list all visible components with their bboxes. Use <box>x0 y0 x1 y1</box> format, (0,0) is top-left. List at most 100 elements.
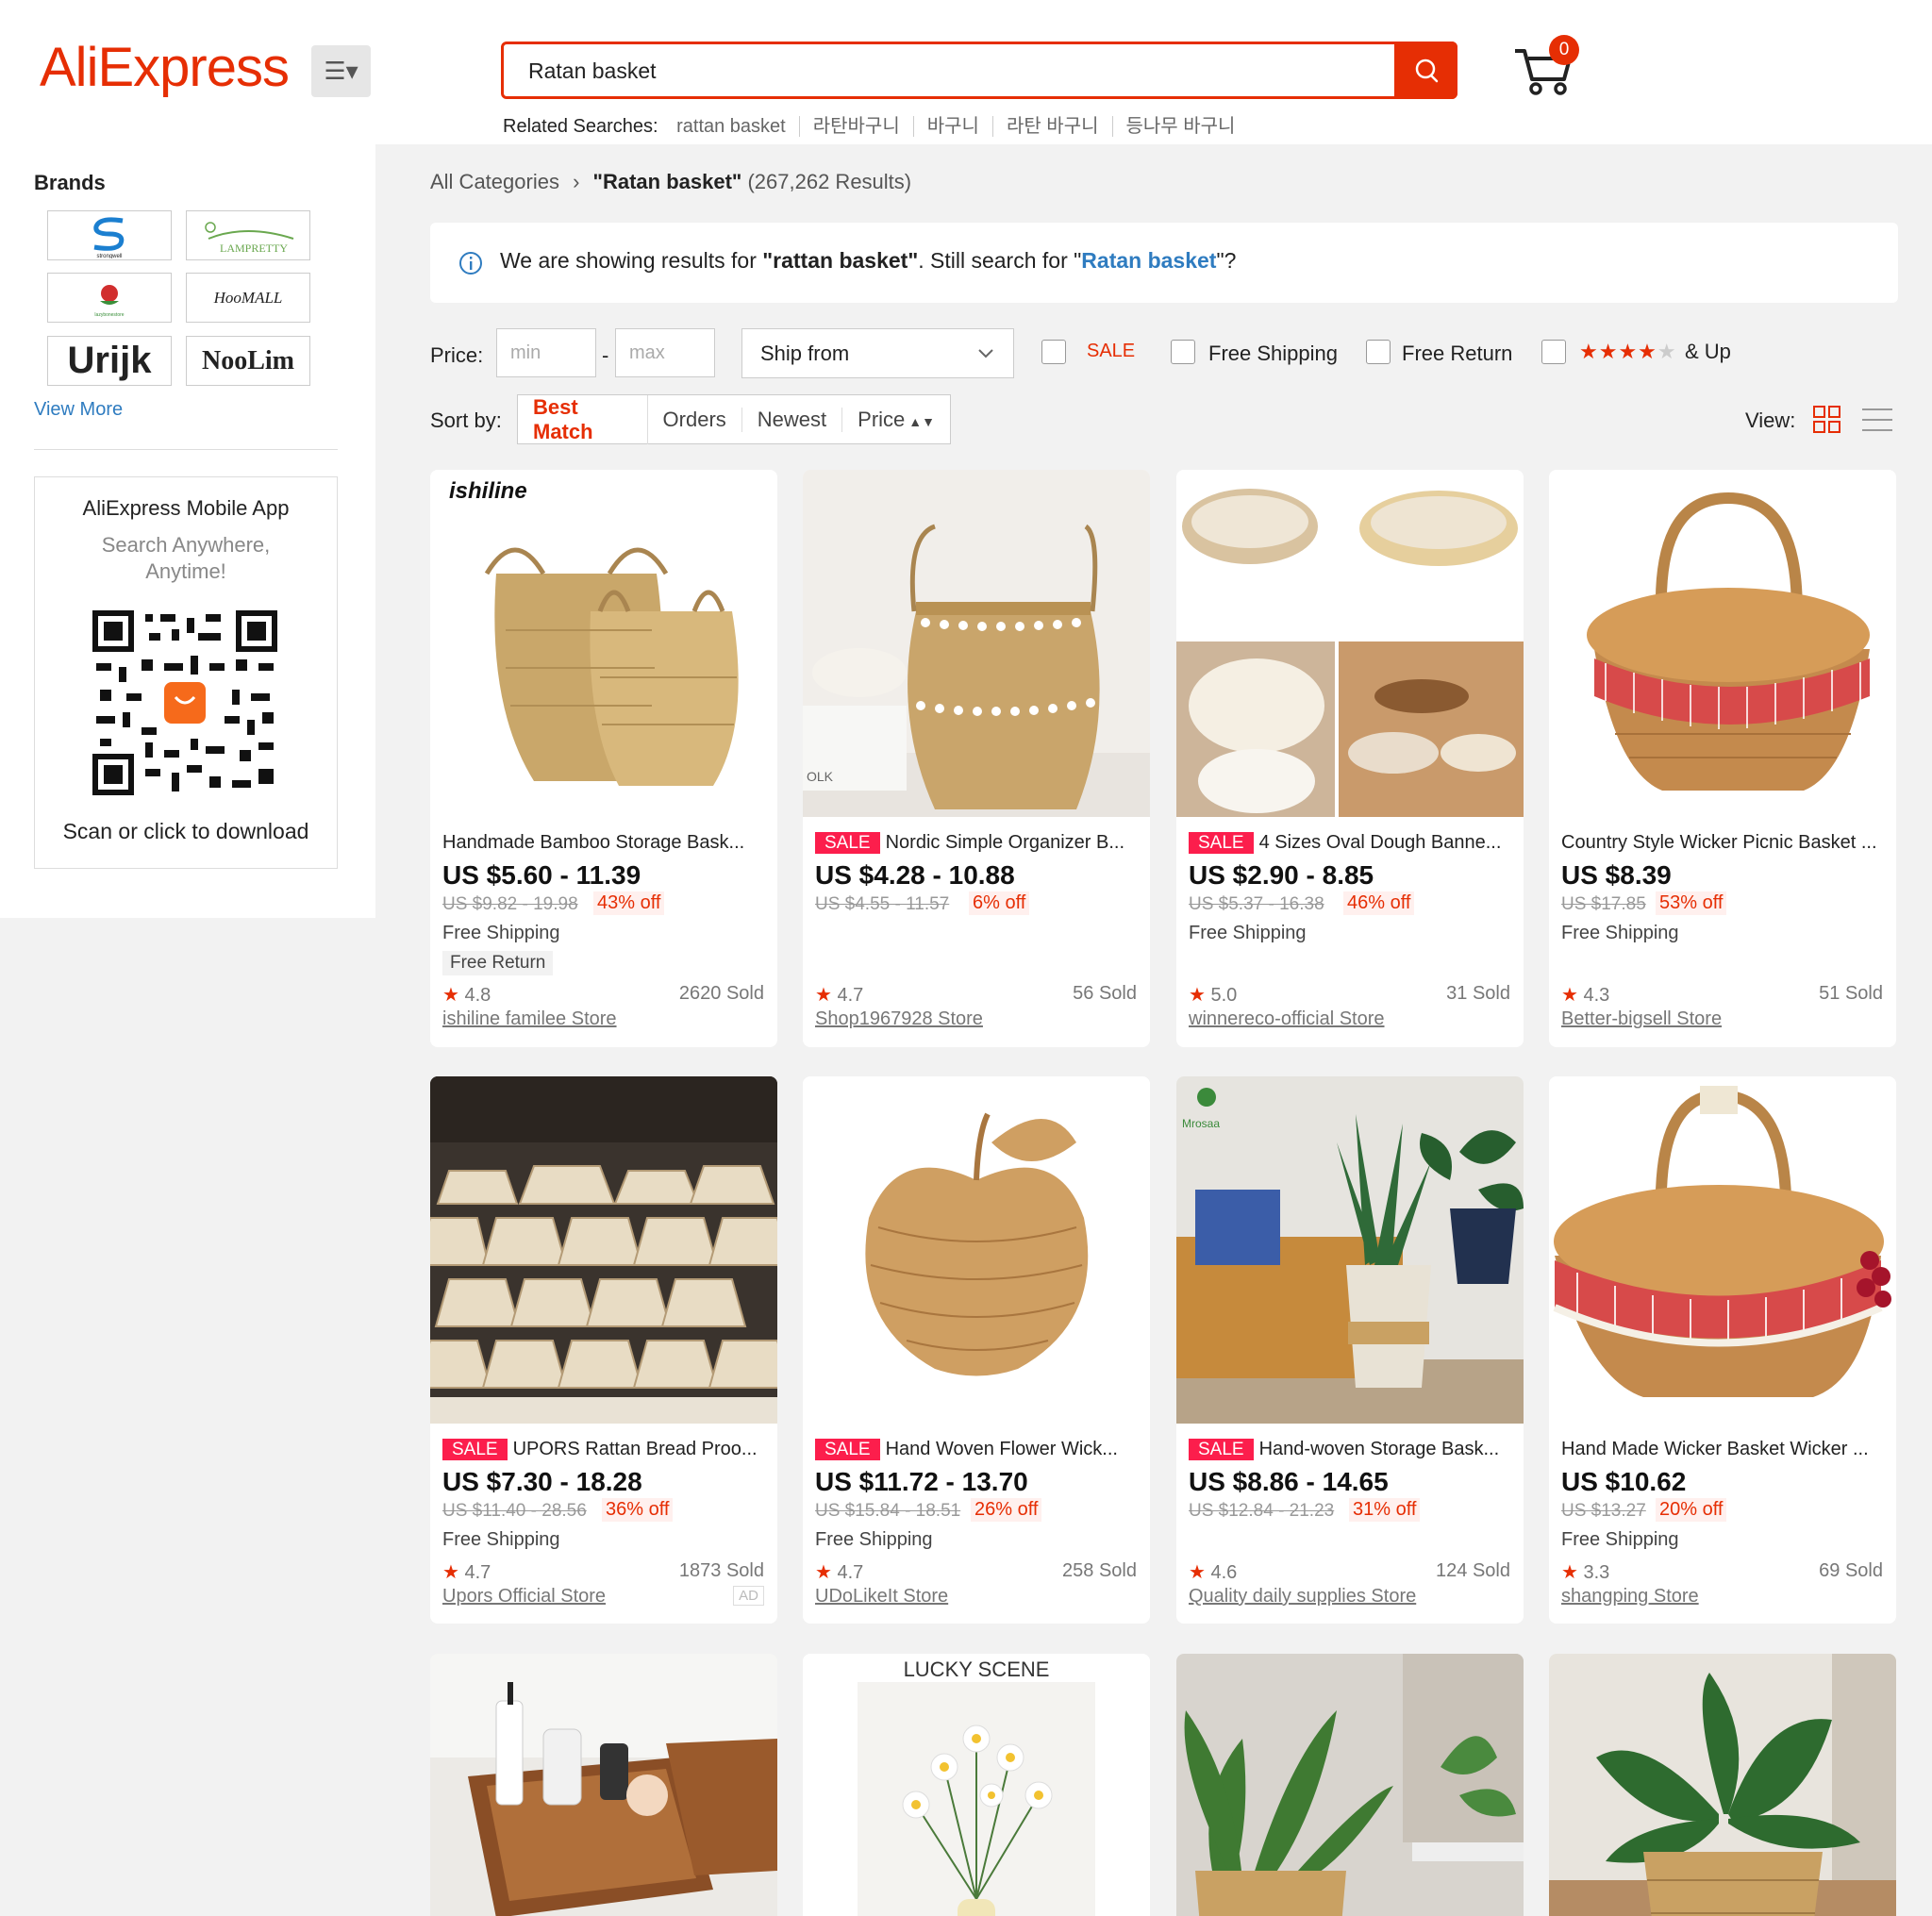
product-title[interactable]: Country Style Wicker Picnic Basket ... <box>1561 832 1888 854</box>
mobile-app-box[interactable]: AliExpress Mobile App Search Anywhere, A… <box>34 476 338 869</box>
breadcrumb-root[interactable]: All Categories <box>430 170 559 193</box>
product-image[interactable] <box>1176 1654 1524 1916</box>
aliexpress-logo[interactable]: AliExpress <box>40 36 290 99</box>
product-title[interactable]: SALE UPORS Rattan Bread Proo... <box>442 1439 769 1460</box>
related-term[interactable]: 바구니 <box>913 116 993 137</box>
notice-alt-query-link[interactable]: Ratan basket <box>1081 248 1216 273</box>
free-return-checkbox[interactable] <box>1366 340 1391 364</box>
product-title[interactable]: SALE Nordic Simple Organizer B... <box>815 832 1141 854</box>
related-term[interactable]: 라탄바구니 <box>799 116 914 137</box>
search-notice: We are showing results for "rattan baske… <box>430 223 1898 303</box>
product-image[interactable] <box>430 1654 777 1916</box>
product-card[interactable] <box>430 1654 777 1916</box>
product-title[interactable]: Handmade Bamboo Storage Bask... <box>442 832 769 854</box>
price-dash: - <box>602 343 609 367</box>
star-icon: ★ <box>1561 985 1578 1006</box>
rating-value: 4.7 <box>837 985 864 1006</box>
product-card[interactable] <box>1549 1654 1896 1916</box>
product-card[interactable]: Country Style Wicker Picnic Basket ... U… <box>1549 470 1896 1047</box>
store-link[interactable]: Better-bigsell Store <box>1561 1008 1722 1030</box>
original-price: US $13.27 <box>1561 1501 1646 1521</box>
grid-view-icon[interactable] <box>1813 406 1841 434</box>
brand-hoomall[interactable]: HooMALL <box>186 273 310 323</box>
product-image[interactable]: OLK <box>803 470 1150 817</box>
store-link[interactable]: ishiline familee Store <box>442 1008 617 1030</box>
sort-newest[interactable]: Newest <box>742 407 843 432</box>
result-count: (267,262 Results) <box>747 170 912 193</box>
rating-up-label[interactable]: & Up <box>1685 340 1731 364</box>
product-image[interactable] <box>803 1076 1150 1424</box>
product-image[interactable]: LUCKY SCENE <box>803 1654 1150 1916</box>
related-term[interactable]: 라탄 바구니 <box>992 116 1113 137</box>
free-return-label[interactable]: Free Return <box>1402 342 1512 366</box>
notice-shown-query: "rattan basket" <box>762 248 919 273</box>
scan-to-download[interactable]: Scan or click to download <box>35 819 337 844</box>
brand-strongwell[interactable]: strongwell <box>47 210 172 260</box>
product-card[interactable]: OLK SALE Nordic Simple Organizer B... US … <box>803 470 1150 1047</box>
rating-value: 4.6 <box>1210 1562 1238 1583</box>
product-card[interactable]: Mrosaa SALE Hand-woven Storage Bask... US… <box>1176 1076 1524 1624</box>
product-rating: ★ 4.7 <box>815 1560 863 1584</box>
brand-lazybone[interactable]: lazybonestore <box>47 273 172 323</box>
qr-code[interactable] <box>92 610 277 795</box>
store-link[interactable]: Upors Official Store <box>442 1586 606 1608</box>
brand-lampretty[interactable]: LAMPRETTY <box>186 210 310 260</box>
product-card[interactable]: SALE 4 Sizes Oval Dough Banne... US $2.90… <box>1176 470 1524 1047</box>
hamburger-icon: ☰▾ <box>324 57 358 85</box>
price-max-input[interactable]: max <box>615 328 715 377</box>
product-card[interactable]: LUCKY SCENE <box>803 1654 1150 1916</box>
related-term[interactable]: 등나무 바구니 <box>1113 116 1249 137</box>
product-image[interactable]: Mrosaa <box>1176 1076 1524 1424</box>
product-title[interactable]: SALE Hand Woven Flower Wick... <box>815 1439 1141 1460</box>
rating-stars-icon[interactable]: ★★★★★ <box>1579 340 1677 364</box>
sale-checkbox[interactable] <box>1041 340 1066 364</box>
product-title-text: Handmade Bamboo Storage Bask... <box>442 832 745 853</box>
related-term[interactable]: rattan basket <box>663 116 800 137</box>
brand-watermark: ishiline <box>449 478 527 504</box>
view-label: View: <box>1745 408 1796 432</box>
sort-price[interactable]: Price ▲▼ <box>842 408 950 432</box>
product-image[interactable] <box>1549 1654 1896 1916</box>
free-shipping-label[interactable]: Free Shipping <box>1208 342 1338 366</box>
category-menu-button[interactable]: ☰▾ <box>311 45 371 97</box>
sort-best-match[interactable]: Best Match <box>518 394 648 444</box>
ship-from-select[interactable]: Ship from <box>741 328 1014 378</box>
product-image[interactable] <box>1176 470 1524 817</box>
product-image[interactable]: ishiline <box>430 470 777 817</box>
brand-urijk[interactable]: Urijk <box>47 336 172 386</box>
sale-tag: SALE <box>1189 832 1254 854</box>
price-min-input[interactable]: min <box>496 328 596 377</box>
search-button[interactable] <box>1394 42 1457 99</box>
product-card[interactable]: SALE UPORS Rattan Bread Proo... US $7.30 … <box>430 1076 777 1624</box>
product-title[interactable]: Hand Made Wicker Basket Wicker ... <box>1561 1439 1888 1460</box>
brand-watermark: LUCKY SCENE <box>904 1658 1050 1681</box>
product-card[interactable]: ishiline Handmade Bamboo Storage Bask...… <box>430 470 777 1047</box>
product-image[interactable] <box>1549 1076 1896 1424</box>
store-link[interactable]: Shop1967928 Store <box>815 1008 983 1030</box>
store-link[interactable]: shangping Store <box>1561 1586 1699 1608</box>
free-shipping-checkbox[interactable] <box>1171 340 1195 364</box>
list-view-icon[interactable] <box>1862 406 1892 434</box>
product-card[interactable] <box>1176 1654 1524 1916</box>
product-card[interactable]: Hand Made Wicker Basket Wicker ... US $1… <box>1549 1076 1896 1624</box>
sort-orders[interactable]: Orders <box>648 407 742 432</box>
view-more-brands-link[interactable]: View More <box>34 399 123 421</box>
search-bar[interactable]: Ratan basket <box>501 42 1457 99</box>
store-link[interactable]: Quality daily supplies Store <box>1189 1586 1416 1608</box>
store-link[interactable]: winnereco-official Store <box>1189 1008 1385 1030</box>
product-image[interactable] <box>430 1076 777 1424</box>
rating-checkbox[interactable] <box>1541 340 1566 364</box>
notice-quote: "? <box>1216 248 1237 273</box>
product-image[interactable] <box>1549 470 1896 817</box>
free-shipping-text: Free Shipping <box>1561 1529 1679 1550</box>
product-card[interactable]: SALE Hand Woven Flower Wick... US $11.72 … <box>803 1076 1150 1624</box>
product-title-text: Hand Woven Flower Wick... <box>885 1439 1118 1459</box>
star-icon: ★ <box>1561 1562 1578 1583</box>
search-input[interactable]: Ratan basket <box>528 58 657 84</box>
sale-filter-label[interactable]: SALE <box>1087 341 1135 362</box>
product-title[interactable]: SALE Hand-woven Storage Bask... <box>1189 1439 1515 1460</box>
brand-noolim[interactable]: NooLim <box>186 336 310 386</box>
store-link[interactable]: UDoLikeIt Store <box>815 1586 948 1608</box>
product-title[interactable]: SALE 4 Sizes Oval Dough Banne... <box>1189 832 1515 854</box>
product-rating: ★ 4.7 <box>815 983 863 1007</box>
